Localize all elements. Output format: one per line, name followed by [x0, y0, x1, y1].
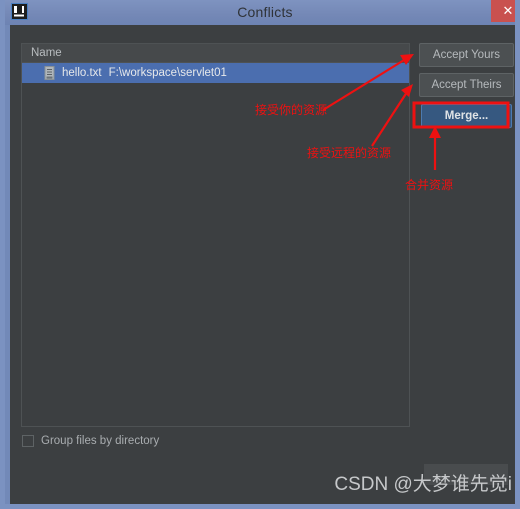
- accept-yours-button[interactable]: Accept Yours: [419, 43, 514, 67]
- list-header: Name: [22, 44, 409, 63]
- title-bar: Conflicts ✕: [5, 0, 515, 25]
- merge-button[interactable]: Merge...: [421, 104, 512, 128]
- window-title: Conflicts: [237, 4, 293, 20]
- group-files-by-directory-checkbox[interactable]: Group files by directory: [22, 435, 159, 447]
- row-file-path: F:\workspace\servlet01: [108, 67, 227, 79]
- table-row[interactable]: hello.txt F:\workspace\servlet01: [22, 63, 409, 83]
- accept-theirs-button[interactable]: Accept Theirs: [419, 73, 514, 97]
- close-icon[interactable]: ✕: [491, 0, 515, 22]
- dialog-body: Name hello.txt F:\workspace\servlet01 Ac…: [10, 25, 515, 504]
- conflicts-file-list[interactable]: Name hello.txt F:\workspace\servlet01: [21, 43, 410, 427]
- conflicts-dialog-window: Conflicts ✕ Name hello.txt F:\workspace\…: [0, 0, 520, 509]
- group-files-by-directory-label: Group files by directory: [41, 435, 160, 447]
- row-file-name: hello.txt: [62, 67, 102, 79]
- checkbox-box-icon[interactable]: [22, 435, 34, 447]
- csdn-watermark: CSDN @大梦谁先觉i: [334, 474, 512, 495]
- column-header-name: Name: [31, 47, 62, 59]
- file-icon: [44, 66, 56, 80]
